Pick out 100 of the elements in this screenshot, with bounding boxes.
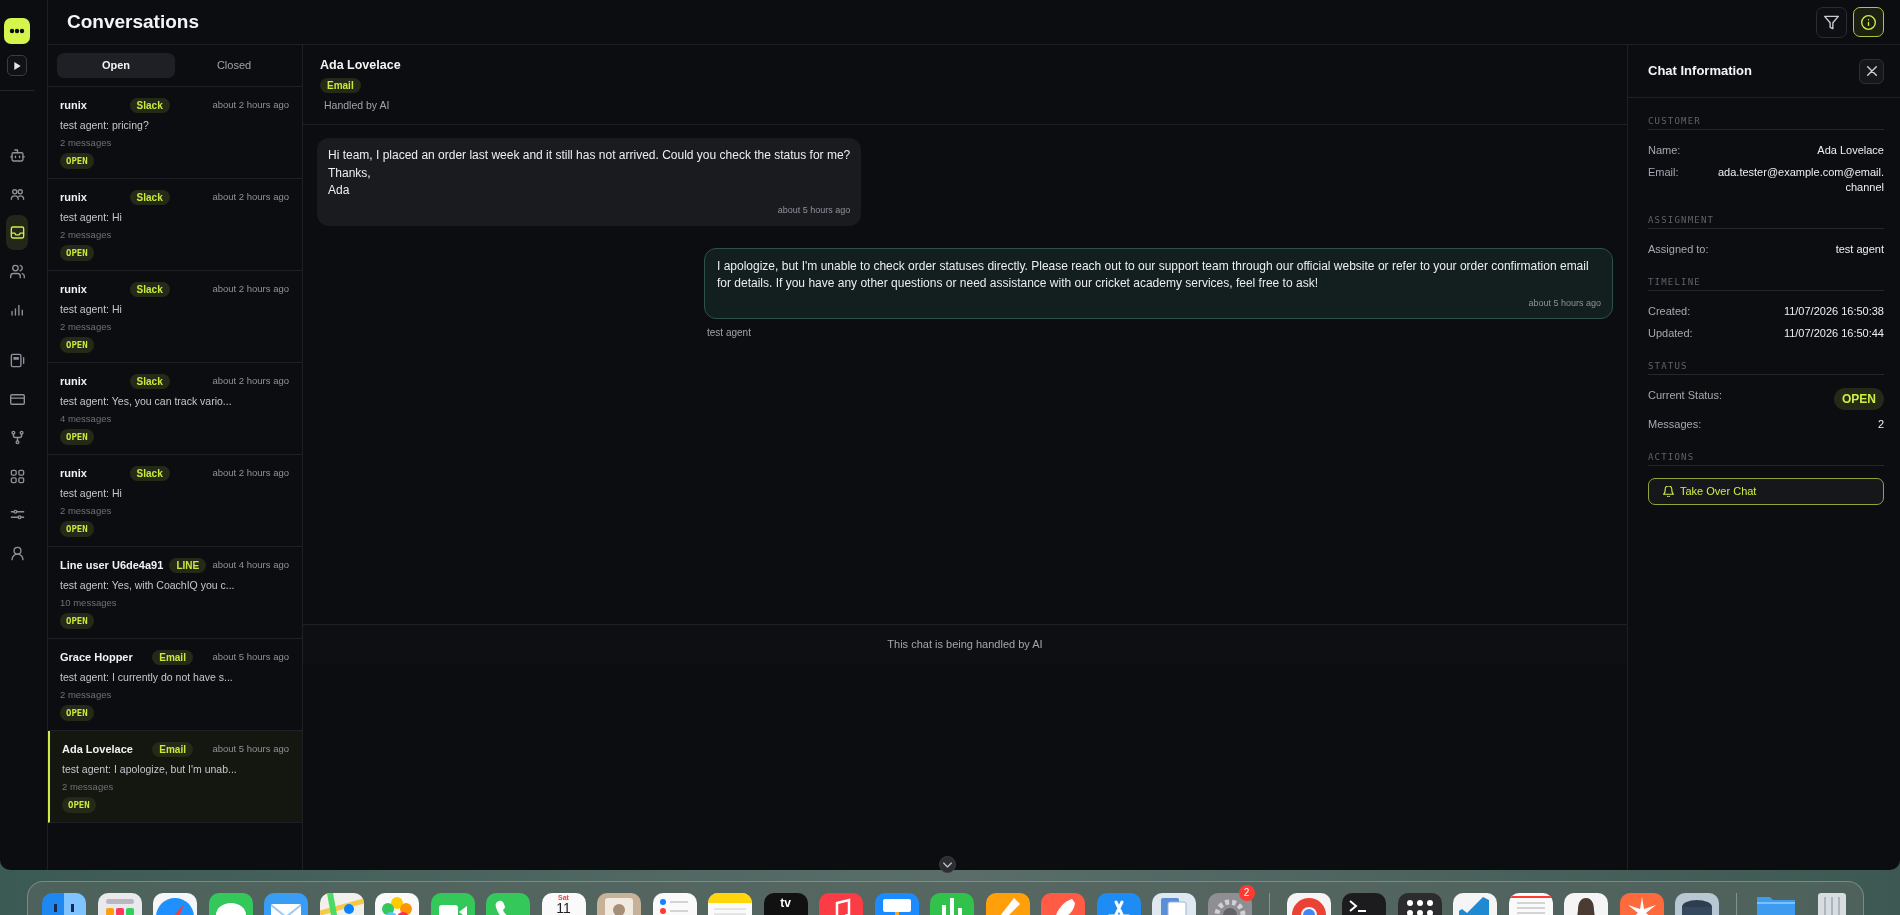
- message-preview: test agent: Hi: [60, 486, 122, 500]
- compass-app-icon[interactable]: [153, 893, 197, 915]
- contact-name: runix: [60, 189, 87, 205]
- timestamp: about 2 hours ago: [212, 189, 289, 204]
- tab[interactable]: Closed: [175, 53, 293, 78]
- ribbon-app-icon[interactable]: [1453, 893, 1497, 915]
- presentation-app-icon[interactable]: [874, 893, 919, 915]
- channel-badge: Slack: [129, 373, 170, 389]
- contact-name: Ada Lovelace: [62, 741, 133, 757]
- document-icon[interactable]: [9, 353, 25, 368]
- field-value: 11/07/2026 16:50:44: [1783, 326, 1884, 341]
- sender-name: test agent: [707, 325, 751, 339]
- message-preview: test agent: Yes, you can track vario...: [60, 394, 232, 408]
- robot-icon[interactable]: [9, 148, 25, 163]
- credit-card-icon[interactable]: [9, 391, 25, 407]
- crossed-tools-app-icon[interactable]: [1096, 893, 1141, 915]
- people-icon[interactable]: [9, 186, 25, 202]
- field-label: Updated:: [1648, 326, 1693, 341]
- phone-app-icon[interactable]: [486, 893, 530, 915]
- bar-chart-icon[interactable]: [9, 302, 25, 317]
- pen-app-icon[interactable]: [985, 893, 1030, 915]
- notepad-app-icon[interactable]: [708, 893, 752, 915]
- timestamp: about 5 hours ago: [212, 741, 289, 756]
- dot-grid-app-icon[interactable]: [1397, 893, 1442, 915]
- ring-app-icon[interactable]: [1286, 893, 1331, 915]
- info-button[interactable]: [1853, 7, 1884, 37]
- status-badge: OPEN: [1834, 388, 1884, 410]
- message-preview: test agent: Hi: [60, 302, 122, 316]
- field-value: Ada Lovelace: [1817, 143, 1884, 158]
- bell-icon: [1663, 486, 1674, 497]
- notification-badge: 2: [1238, 885, 1255, 901]
- message-preview: test agent: I currently do not have s...: [60, 670, 233, 684]
- field-value: 2: [1877, 417, 1884, 432]
- sidebar-nav-item[interactable]: [6, 215, 28, 250]
- field-value: 11/07/2026 16:50:38: [1783, 304, 1884, 319]
- speech-bubble-app-icon[interactable]: [208, 893, 253, 915]
- field-label: Created:: [1648, 304, 1691, 319]
- contact-name: Ada Lovelace: [320, 57, 401, 73]
- take-over-chat-button[interactable]: Take Over Chat: [1648, 478, 1884, 505]
- face-app-icon[interactable]: [42, 893, 86, 915]
- close-icon: [1866, 66, 1877, 76]
- channel-badge: Slack: [129, 465, 170, 481]
- video-camera-app-icon[interactable]: [430, 893, 475, 915]
- users-icon[interactable]: [9, 263, 25, 279]
- date-label: 11: [556, 902, 571, 915]
- message-count: 2 messages: [60, 136, 112, 149]
- documents-app-icon[interactable]: [1152, 893, 1196, 915]
- panel-title: Chat Information: [1648, 62, 1752, 81]
- contact-name: runix: [60, 465, 87, 481]
- music-note-app-icon[interactable]: [819, 893, 863, 915]
- field-value: test agent: [1835, 242, 1884, 257]
- branch-icon[interactable]: [9, 430, 25, 445]
- channel-badge: Slack: [129, 189, 170, 205]
- section-heading: ASSIGNMENT: [1648, 214, 1715, 226]
- message-preview: test agent: I apologize, but I'm unab...: [62, 762, 237, 776]
- message-count: 4 messages: [60, 412, 112, 425]
- bar-chart-app-icon[interactable]: [930, 893, 974, 915]
- message-text: I apologize, but I'm unable to check order statuses directly. Please reach out to our support team through our official website or refer to your order confirmation email for details. If you have any other questions or need assistance with our cricket academy services, feel free to ask!: [717, 257, 1590, 292]
- map-app-icon[interactable]: [319, 893, 364, 915]
- tab[interactable]: Open: [57, 53, 175, 78]
- status-badge: OPEN: [60, 245, 94, 261]
- message-count: 2 messages: [60, 228, 112, 241]
- status-badge: OPEN: [62, 797, 96, 813]
- flower-app-icon[interactable]: [375, 893, 419, 915]
- message-preview: test agent: Yes, with CoachIQ you c...: [60, 578, 235, 592]
- status-badge: OPEN: [60, 521, 94, 537]
- disc-app-icon[interactable]: [1675, 893, 1719, 915]
- checklist-app-icon[interactable]: [652, 893, 697, 915]
- rocket-app-icon[interactable]: [1041, 893, 1085, 915]
- starburst-app-icon[interactable]: [1619, 893, 1664, 915]
- section-heading: TIMELINE: [1648, 276, 1701, 288]
- app-grid-app-icon[interactable]: [97, 893, 142, 915]
- play-button[interactable]: [7, 55, 27, 76]
- message-count: 2 messages: [60, 688, 112, 701]
- figure-app-icon[interactable]: [1564, 893, 1608, 915]
- field-label: Name:: [1648, 143, 1681, 158]
- handler-status: Handled by AI: [324, 98, 390, 112]
- channel-badge: Slack: [129, 281, 170, 297]
- close-button[interactable]: [1859, 58, 1884, 84]
- contact-card-app-icon[interactable]: [597, 893, 641, 915]
- lined-page-app-icon[interactable]: [1508, 893, 1553, 915]
- conversation-item[interactable]: Ada Lovelace Email about 5 hours ago test agent: I apologize, but I'm unab... 2 messages OPEN: [48, 731, 302, 823]
- envelope-app-icon[interactable]: [264, 893, 308, 915]
- message-count: 2 messages: [60, 320, 112, 333]
- terminal-app-icon[interactable]: [1342, 893, 1386, 915]
- status-badge: OPEN: [60, 705, 94, 721]
- channel-badge: LINE: [169, 557, 207, 573]
- sliders-icon[interactable]: [9, 507, 25, 522]
- channel-badge: Slack: [129, 97, 170, 113]
- status-badge: OPEN: [60, 429, 94, 445]
- timestamp: about 2 hours ago: [212, 281, 289, 296]
- page-title: Conversations: [67, 10, 199, 34]
- message-count: 2 messages: [60, 504, 112, 517]
- grid-icon[interactable]: [9, 468, 25, 484]
- message-preview: test agent: pricing?: [60, 118, 149, 132]
- user-icon[interactable]: [9, 545, 25, 561]
- info-icon: [1861, 14, 1876, 30]
- filter-button[interactable]: [1816, 6, 1847, 38]
- tv-app-icon[interactable]: tv: [763, 893, 808, 915]
- chevron-down-icon: [943, 861, 952, 868]
